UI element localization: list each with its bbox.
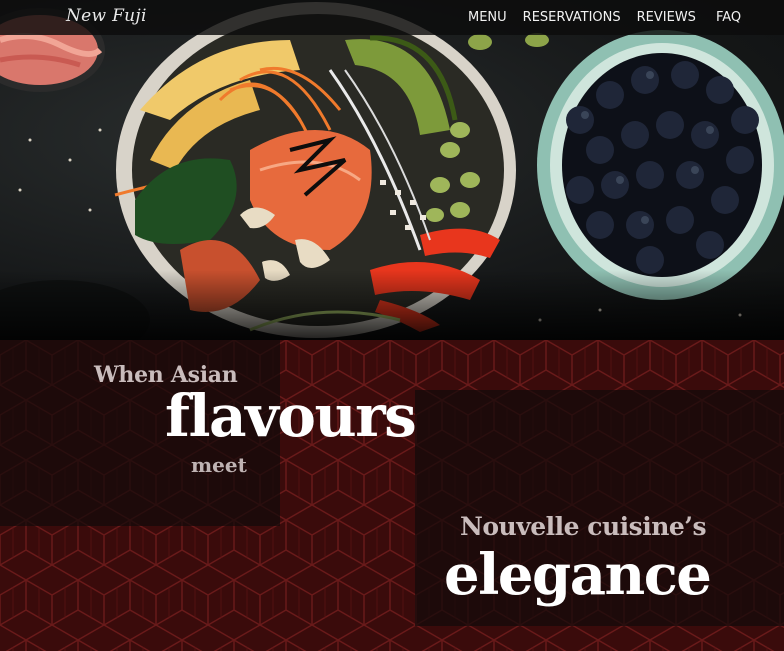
nav-link-menu[interactable]: MENU (468, 10, 507, 25)
nav-links: MENU RESERVATIONS REVIEWS FAQ (468, 10, 741, 25)
tagline-meet: meet (191, 453, 247, 477)
nav-link-reservations[interactable]: RESERVATIONS (523, 10, 621, 25)
tagline-elegance: elegance (444, 542, 712, 608)
hero-gradient (0, 270, 784, 340)
navbar: New Fuji MENU RESERVATIONS REVIEWS FAQ (0, 0, 784, 35)
logo[interactable]: New Fuji (66, 6, 147, 26)
tagline-nouvelle-cuisine: Nouvelle cuisine’s (460, 512, 707, 541)
tagline-flavours: flavours (165, 382, 417, 450)
nav-link-faq[interactable]: FAQ (716, 10, 741, 25)
nav-link-reviews[interactable]: REVIEWS (637, 10, 696, 25)
hero-image (0, 0, 784, 340)
